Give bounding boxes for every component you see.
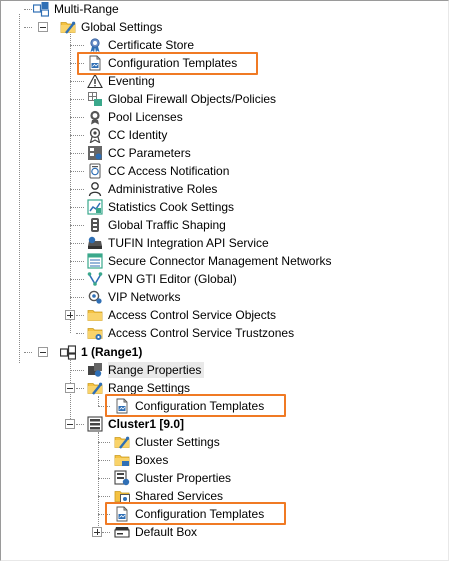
tree-node-shared-services[interactable]: Shared Services — [114, 487, 223, 505]
box-icon — [114, 524, 130, 540]
tree-node-statistics-cook-settings[interactable]: Statistics Cook Settings — [87, 198, 234, 216]
tree-node-tufin-integration[interactable]: TUFIN Integration API Service — [87, 234, 269, 252]
tree-node-label: Cluster Properties — [135, 471, 232, 485]
shared-services-icon — [114, 488, 130, 504]
certificate-icon — [87, 37, 103, 53]
tree-node-label: Global Traffic Shaping — [108, 218, 226, 232]
folder-trustzone-icon — [87, 325, 103, 341]
tree-node-range-configuration-templates[interactable]: Configuration Templates — [114, 397, 264, 415]
tree-node-label: Administrative Roles — [108, 182, 218, 196]
network-range-icon — [33, 1, 49, 17]
tree-node-access-control-service-trustzones[interactable]: Access Control Service Trustzones — [87, 324, 294, 342]
tree-node-label: Boxes — [135, 453, 169, 467]
tree-node-label: Certificate Store — [108, 38, 195, 52]
cluster-properties-icon — [114, 470, 130, 486]
firewall-objects-icon — [87, 91, 103, 107]
tree-node-cluster-properties[interactable]: Cluster Properties — [114, 469, 231, 487]
tree-node-certificate-store[interactable]: Certificate Store — [87, 36, 194, 54]
network-grid-icon — [87, 253, 103, 269]
folder-boxes-icon — [114, 452, 130, 468]
tree-node-label: Global Settings — [81, 20, 163, 34]
tree-node-range-properties[interactable]: Range Properties — [87, 361, 205, 379]
tree-node-label: VIP Networks — [108, 290, 181, 304]
user-role-icon — [87, 181, 103, 197]
warning-icon — [87, 73, 103, 89]
collapse-range[interactable] — [38, 347, 48, 357]
traffic-shaping-icon — [87, 217, 103, 233]
tree-node-boxes[interactable]: Boxes — [114, 451, 168, 469]
folder-icon — [87, 307, 103, 323]
tree-node-label: Configuration Templates — [135, 507, 265, 521]
expand-access-control-service-objects[interactable] — [65, 310, 75, 320]
document-template-icon — [87, 55, 103, 71]
folder-settings-icon — [114, 434, 130, 450]
tree-node-cluster-configuration-templates[interactable]: Configuration Templates — [114, 505, 264, 523]
vpn-gti-icon — [87, 271, 103, 287]
tree-node-label: CC Access Notification — [108, 164, 230, 178]
tree-node-eventing[interactable]: Eventing — [87, 72, 155, 90]
tree-node-secure-connector-networks[interactable]: Secure Connector Management Networks — [87, 252, 331, 270]
tree-node-label: Configuration Templates — [135, 399, 265, 413]
tree-node-label: VPN GTI Editor (Global) — [108, 272, 237, 286]
tree-node-cc-access-notification[interactable]: CC Access Notification — [87, 162, 229, 180]
tree-node-label: Range Settings — [108, 381, 191, 395]
parameters-icon — [87, 145, 103, 161]
tree-node-label: Cluster1 [9.0] — [108, 417, 185, 431]
license-icon — [87, 109, 103, 125]
collapse-cluster1[interactable] — [65, 419, 75, 429]
tree-node-label: Default Box — [135, 525, 198, 539]
tree-node-global-traffic-shaping[interactable]: Global Traffic Shaping — [87, 216, 226, 234]
tree-node-global-configuration-templates[interactable]: Configuration Templates — [87, 54, 237, 72]
tree-node-label: Range Properties — [108, 362, 205, 378]
expand-default-box[interactable] — [92, 527, 102, 537]
notification-icon — [87, 163, 103, 179]
tree-node-label: Pool Licenses — [108, 110, 183, 124]
identity-icon — [87, 127, 103, 143]
tree-node-administrative-roles[interactable]: Administrative Roles — [87, 180, 217, 198]
tree-node-cc-parameters[interactable]: CC Parameters — [87, 144, 191, 162]
tree-node-label: TUFIN Integration API Service — [108, 236, 269, 250]
tree-node-multi-range[interactable]: Multi-Range — [33, 0, 119, 18]
tree-node-cc-identity[interactable]: CC Identity — [87, 126, 167, 144]
tree-node-global-settings[interactable]: Global Settings — [60, 18, 162, 36]
tree-node-global-firewall-objects[interactable]: Global Firewall Objects/Policies — [87, 90, 276, 108]
collapse-range-settings[interactable] — [65, 383, 75, 393]
tree-node-pool-licenses[interactable]: Pool Licenses — [87, 108, 183, 126]
tree-node-label: Statistics Cook Settings — [108, 200, 235, 214]
tree-node-vpn-gti-editor[interactable]: VPN GTI Editor (Global) — [87, 270, 237, 288]
tree-node-default-box[interactable]: Default Box — [114, 523, 197, 541]
range-icon — [60, 344, 76, 360]
statistics-icon — [87, 199, 103, 215]
tree-node-label: Access Control Service Objects — [108, 308, 277, 322]
tree-node-label: CC Parameters — [108, 146, 191, 160]
vip-network-icon — [87, 289, 103, 305]
tree-node-label: Shared Services — [135, 489, 224, 503]
tree-node-label: Secure Connector Management Networks — [108, 254, 332, 268]
tree-node-cluster-settings[interactable]: Cluster Settings — [114, 433, 220, 451]
range-properties-icon — [87, 362, 103, 378]
tree-node-cluster1[interactable]: Cluster1 [9.0] — [87, 415, 184, 433]
tree-node-label: Global Firewall Objects/Policies — [108, 92, 277, 106]
tree-node-access-control-service-objects[interactable]: Access Control Service Objects — [87, 306, 276, 324]
tree-node-label: CC Identity — [108, 128, 168, 142]
folder-settings-icon — [60, 19, 76, 35]
tree-node-vip-networks[interactable]: VIP Networks — [87, 288, 180, 306]
tree-node-label: 1 (Range1) — [81, 345, 143, 359]
tree-node-label: Cluster Settings — [135, 435, 220, 449]
tree-node-range1[interactable]: 1 (Range1) — [60, 343, 142, 361]
cluster-icon — [87, 416, 103, 432]
api-service-icon — [87, 235, 103, 251]
folder-settings-icon — [87, 380, 103, 396]
tree-node-range-settings[interactable]: Range Settings — [87, 379, 190, 397]
tree-node-label: Eventing — [108, 74, 155, 88]
tree-node-label: Access Control Service Trustzones — [108, 326, 295, 340]
document-template-icon — [114, 398, 130, 414]
collapse-global-settings[interactable] — [38, 22, 48, 32]
tree-node-label: Multi-Range — [54, 2, 119, 16]
document-template-icon — [114, 506, 130, 522]
tree-node-label: Configuration Templates — [108, 56, 238, 70]
